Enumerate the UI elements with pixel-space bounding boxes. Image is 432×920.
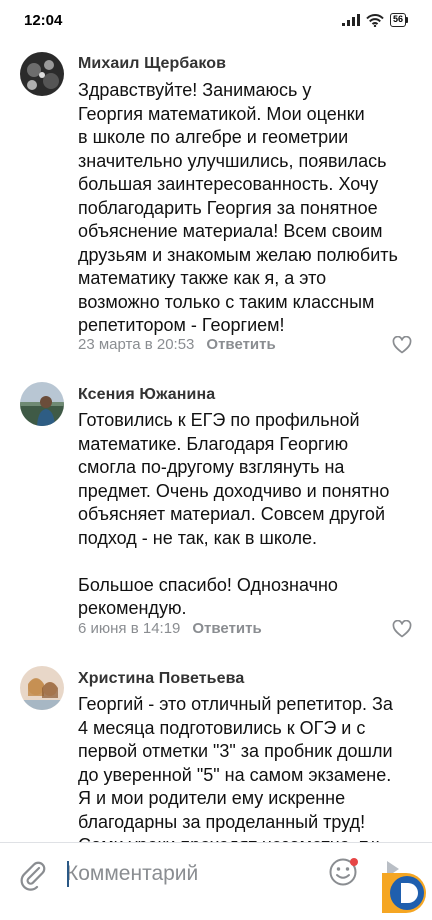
comment-text: Готовились к ЕГЭ по профильной математик… (78, 410, 390, 618)
notification-dot (350, 858, 358, 866)
battery-icon: 56 (389, 13, 408, 27)
status-time: 12:04 (24, 11, 63, 29)
comment-date: 23 марта в 20:53 (78, 336, 195, 353)
comment-meta: 23 марта в 20:53 Ответить (78, 336, 276, 353)
status-bar: 12:04 56 (0, 0, 432, 40)
signal-icon (341, 14, 360, 26)
comment-text: Здравствуйте! Занимаюсь у Георгия матема… (78, 80, 398, 335)
avatar[interactable] (20, 52, 64, 96)
battery-level: 56 (389, 13, 406, 27)
comments-feed[interactable]: Михаил Щербаков Здравствуйте! Занимаюсь … (0, 44, 432, 842)
avatar[interactable] (20, 666, 64, 710)
comment-date: 6 июня в 14:19 (78, 620, 181, 637)
comment-meta: 6 июня в 14:19 Ответить (78, 620, 262, 637)
comment-input[interactable] (66, 855, 316, 893)
heart-icon[interactable] (392, 336, 412, 354)
text-cursor (67, 861, 69, 887)
comment-composer (0, 842, 432, 920)
reply-button[interactable]: Ответить (192, 620, 261, 637)
heart-icon[interactable] (392, 620, 412, 638)
comment-author[interactable]: Христина Поветьева (78, 670, 244, 688)
wifi-icon (366, 13, 384, 27)
comment-text: Георгий - это отличный репетитор. За 4 м… (78, 694, 393, 842)
status-icons: 56 (341, 13, 408, 27)
brand-logo-icon[interactable] (376, 863, 432, 919)
reply-button[interactable]: Ответить (206, 336, 275, 353)
comment-author[interactable]: Михаил Щербаков (78, 55, 226, 73)
avatar[interactable] (20, 382, 64, 426)
comment-author[interactable]: Ксения Южанина (78, 386, 215, 404)
paperclip-icon[interactable] (18, 859, 48, 891)
